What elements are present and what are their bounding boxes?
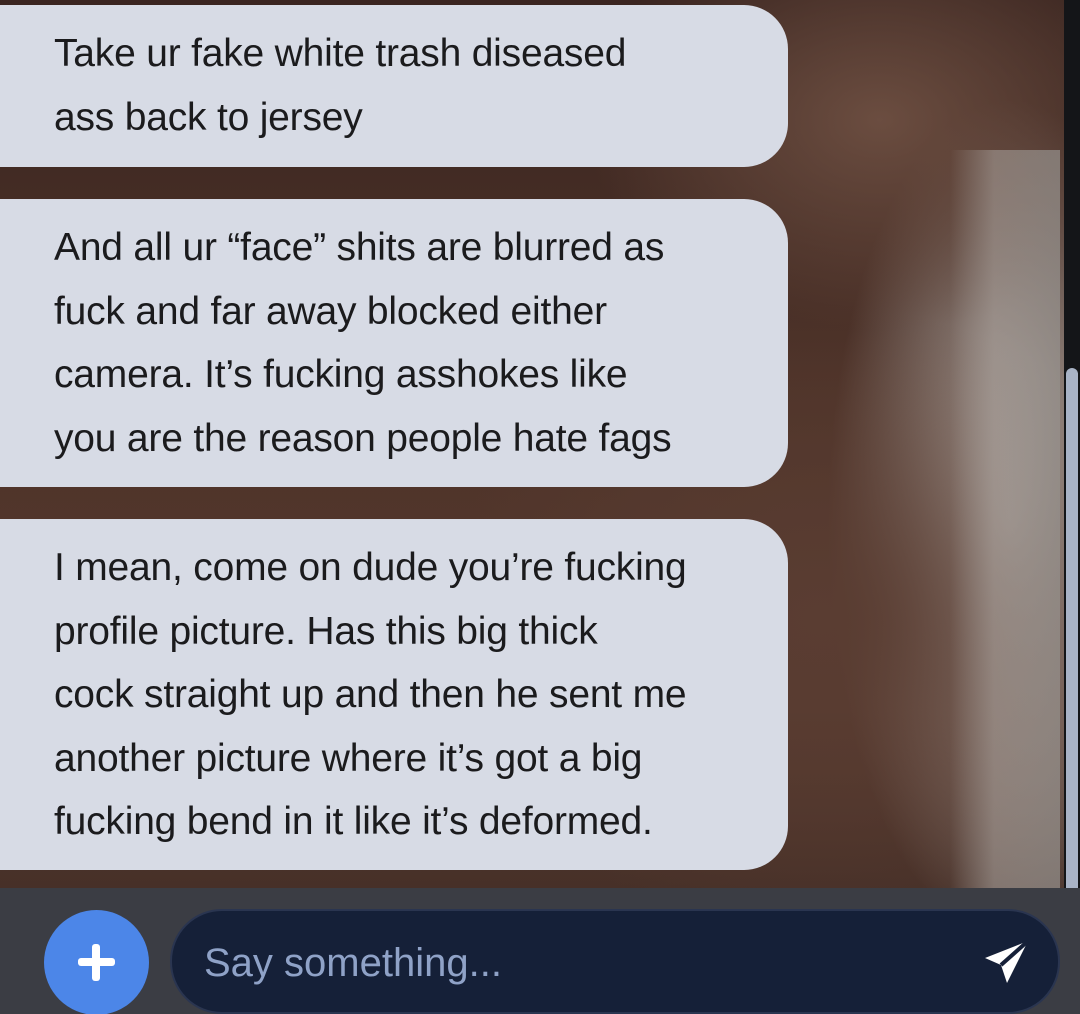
message-input-container[interactable] bbox=[170, 909, 1060, 1014]
scrollbar-track[interactable] bbox=[1064, 0, 1080, 888]
message-line: camera. It’s fucking asshokes like bbox=[54, 353, 628, 396]
message-line: you are the reason people hate fags bbox=[54, 416, 672, 460]
message-line: fuck and far away blocked either bbox=[54, 289, 607, 333]
message-input[interactable] bbox=[202, 931, 966, 995]
background-photo-area bbox=[950, 150, 1060, 890]
message-line: ass back to jersey bbox=[54, 95, 363, 139]
message-bubble: Take ur fake white trash diseased ass ba… bbox=[0, 5, 788, 167]
message-line: another picture where it’s got a big bbox=[54, 736, 643, 780]
message-line: cock straight up and then he sent me bbox=[54, 673, 687, 716]
send-paper-plane-icon[interactable] bbox=[982, 937, 1032, 987]
message-bubble: And all ur “face” shits are blurred as f… bbox=[0, 199, 788, 487]
plus-icon bbox=[92, 944, 100, 981]
message-line: Take ur fake white trash diseased bbox=[54, 32, 627, 75]
message-line: I mean, come on dude you’re fucking bbox=[54, 546, 687, 589]
scrollbar-thumb[interactable] bbox=[1066, 368, 1078, 888]
message-line: profile picture. Has this big thick bbox=[54, 609, 598, 653]
add-attachment-button[interactable] bbox=[44, 910, 149, 1014]
chat-screen: Take ur fake white trash diseased ass ba… bbox=[0, 0, 1080, 1014]
message-line: fucking bend in it like it’s deformed. bbox=[54, 800, 653, 843]
message-line: And all ur “face” shits are blurred as bbox=[54, 226, 665, 269]
message-bubble: I mean, come on dude you’re fucking prof… bbox=[0, 519, 788, 870]
